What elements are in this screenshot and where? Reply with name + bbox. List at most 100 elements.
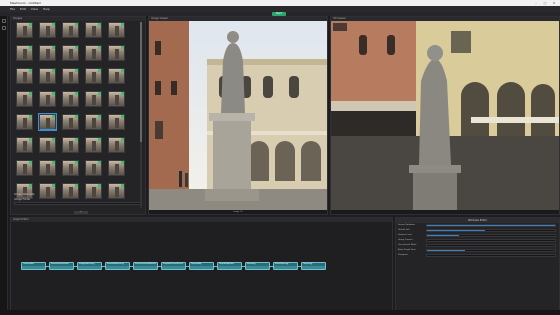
graph-node-label: Texturing [302,263,325,266]
attribute-label: Viewpoint [398,254,408,256]
image-thumbnail[interactable] [85,160,102,176]
image-thumbnail[interactable] [16,114,33,130]
image-thumbnail[interactable] [16,45,33,61]
image-folder-input[interactable] [14,202,142,205]
menu-view[interactable]: View [31,7,38,11]
image-thumbnail[interactable] [62,160,79,176]
graph-editor-title: Graph Editor [11,218,392,222]
status-ok-icon [29,161,32,164]
image-viewer-panel: Image Viewer Image 22 [148,16,328,215]
status-ok-icon [98,46,101,49]
menu-help[interactable]: Help [43,7,50,11]
attribute-label: Allow Single View [398,249,416,251]
image-thumbnail[interactable] [39,137,56,153]
image-thumbnail[interactable] [62,137,79,153]
image-thumbnail[interactable] [85,137,102,153]
graph-node[interactable]: ImageMatching [77,262,102,270]
attribute-value-field[interactable] [426,234,556,237]
status-ok-icon [121,161,124,164]
viewer-image[interactable] [149,21,327,211]
status-ok-icon [121,23,124,26]
image-thumbnail[interactable] [108,91,125,107]
metadata-section-label[interactable]: Image Metadata [10,193,146,197]
image-thumbnail[interactable] [16,160,33,176]
graph-node[interactable]: CameraInit [21,262,46,270]
attribute-value-field[interactable] [426,249,556,252]
image-thumbnail[interactable] [16,22,33,38]
attribute-value-field[interactable] [426,254,556,257]
window-title: Meshroom - Untitled [10,1,41,5]
image-thumbnail[interactable] [108,68,125,84]
status-ok-icon [121,92,124,95]
graph-node[interactable]: PrepareDenseScene [161,262,186,270]
attribute-label: Use Internal White [398,244,417,246]
statue-photo-2d [149,21,327,211]
graph-node[interactable]: MeshFiltering [273,262,298,270]
graph-node[interactable]: DepthMap [189,262,214,270]
status-ok-icon [121,184,124,187]
graph-node[interactable]: FeatureExtraction [49,262,74,270]
image-thumbnail[interactable] [16,91,33,107]
graph-editor-panel: Graph Editor CameraInit FeatureExtraction… [10,217,393,315]
image-thumbnail[interactable] [38,113,57,131]
attribute-value-field[interactable] [426,229,556,232]
attribute-editor-panel: Attribute Editor Sensor Database Default … [395,217,560,315]
images-scrollbar[interactable] [140,22,142,208]
image-thumbnail[interactable] [85,91,102,107]
status-ok-icon [75,23,78,26]
home-icon[interactable] [2,19,6,23]
layers-icon[interactable] [2,26,6,30]
menu-edit[interactable]: Edit [20,7,26,11]
image-thumbnail[interactable] [108,22,125,38]
graph-node[interactable]: DepthMapFilter [217,262,242,270]
image-thumbnail[interactable] [108,160,125,176]
status-ok-icon [98,69,101,72]
image-thumbnail[interactable] [39,68,56,84]
graph-node[interactable]: StructureFromMotion [133,262,158,270]
status-ok-icon [29,115,32,118]
image-thumbnail[interactable] [16,68,33,84]
attribute-row: Viewpoint [396,253,559,258]
status-ok-icon [29,69,32,72]
status-ok-icon [121,69,124,72]
attribute-label: Group Camera [398,239,413,241]
image-thumbnail[interactable] [85,114,102,130]
image-thumbnail[interactable] [62,68,79,84]
image-thumbnail[interactable] [108,45,125,61]
status-ok-icon [75,161,78,164]
status-ok-icon [52,161,55,164]
attribute-value-fill [427,225,555,226]
graph-node-label: DepthMap [190,263,213,266]
graph-node[interactable]: Meshing [245,262,270,270]
3d-viewport[interactable] [331,21,559,211]
image-thumbnail[interactable] [62,91,79,107]
image-thumbnail[interactable] [39,91,56,107]
attribute-value-field[interactable] [426,239,556,242]
image-thumbnail[interactable] [16,137,33,153]
graph-node[interactable]: FeatureMatching [105,262,130,270]
attribute-value-field[interactable] [426,244,556,247]
image-thumbnail[interactable] [62,22,79,38]
image-thumbnail[interactable] [39,22,56,38]
image-thumbnail[interactable] [108,114,125,130]
image-thumbnail[interactable] [108,137,125,153]
image-thumbnail[interactable] [62,114,79,130]
status-ok-icon [98,138,101,141]
status-ok-icon [121,115,124,118]
image-thumbnail[interactable] [62,45,79,61]
image-thumbnail[interactable] [39,45,56,61]
status-ok-icon [52,46,55,49]
image-thumbnail[interactable] [39,160,56,176]
status-ok-icon [52,23,55,26]
status-ok-icon [75,46,78,49]
attribute-value-field[interactable] [426,224,556,227]
image-thumbnail[interactable] [85,68,102,84]
image-thumbnail[interactable] [85,22,102,38]
status-ok-icon [75,92,78,95]
add-images-button[interactable]: + [74,211,88,214]
attribute-label: Verbose Level [398,234,412,236]
menu-file[interactable]: File [10,7,15,11]
graph-node[interactable]: Texturing [301,262,326,270]
image-thumbnail[interactable] [85,45,102,61]
status-ok-icon [98,92,101,95]
